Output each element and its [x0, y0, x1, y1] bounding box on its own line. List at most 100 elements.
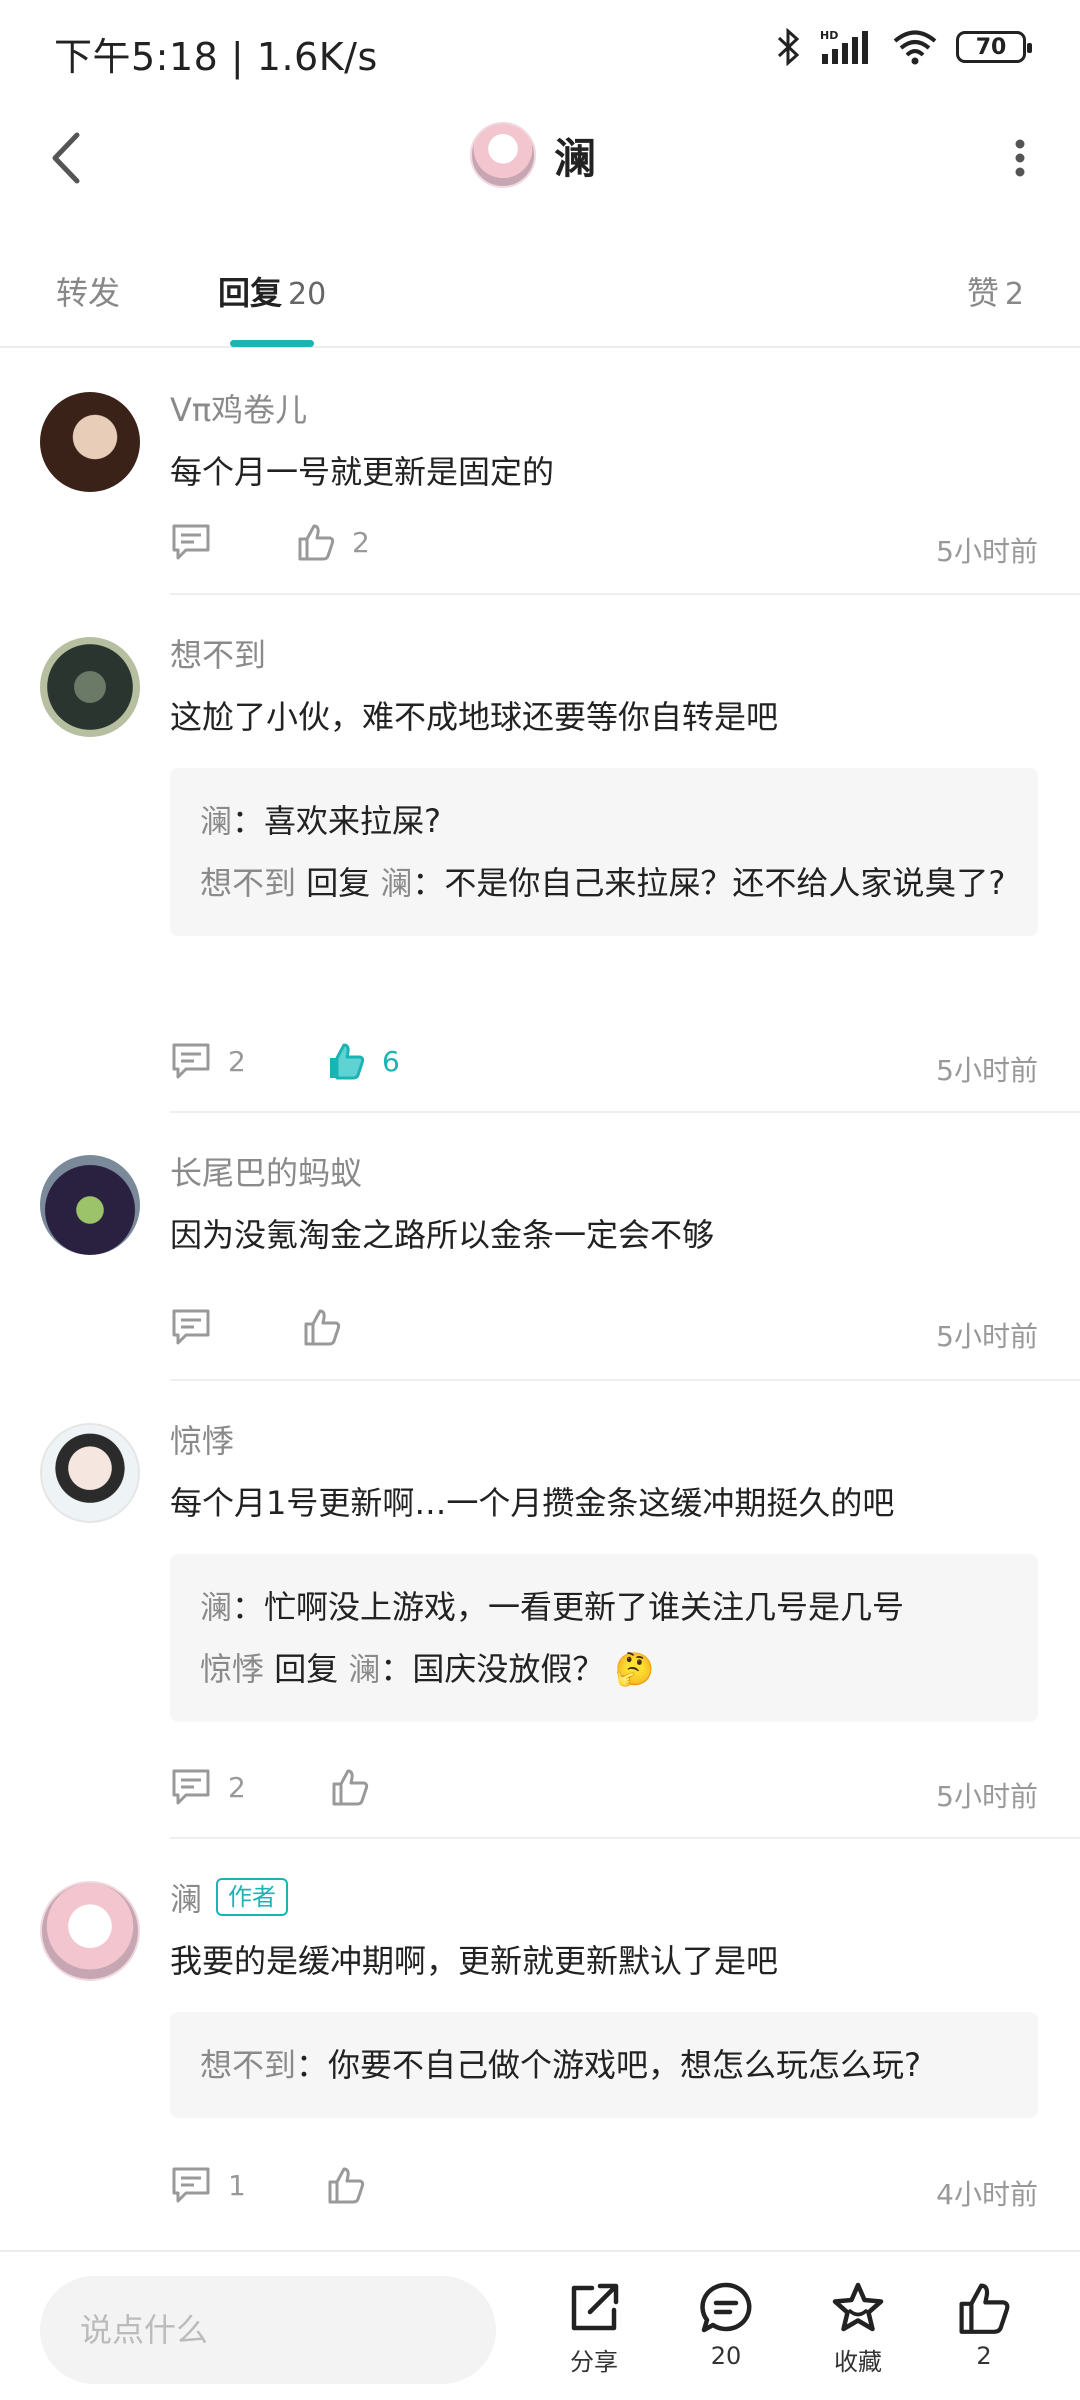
reply-button[interactable]: 1: [170, 2165, 246, 2205]
thumbs-up-icon: [332, 1769, 369, 1806]
top-nav-bar: 澜: [0, 100, 1080, 215]
reply-target[interactable]: 澜: [348, 1650, 380, 1688]
reply-author[interactable]: 想不到: [200, 864, 296, 902]
reply-item: 想不到：你要不自己做个游戏吧，想怎么玩怎么玩?: [200, 2034, 1008, 2096]
reply-count: 2: [228, 1044, 246, 1078]
tab-reply-label: 回复: [218, 274, 283, 312]
avatar[interactable]: [40, 1423, 140, 1523]
reply-author[interactable]: 惊悸: [200, 1650, 264, 1688]
thinking-emoji-icon: 🤔: [614, 1650, 655, 1688]
comment-input[interactable]: [40, 2276, 496, 2384]
comment-author[interactable]: 想不到: [170, 630, 1038, 676]
reply-verb: 回复: [306, 864, 371, 902]
like-button[interactable]: [330, 1767, 370, 1807]
comment-actions: 1 4小时前: [170, 2165, 1038, 2225]
comment-author[interactable]: 澜 作者: [170, 1874, 1038, 1920]
tab-like[interactable]: 赞2: [967, 268, 1024, 314]
comment-timestamp: 5小时前: [936, 1054, 1038, 1087]
comment-icon: [172, 2167, 210, 2203]
reply-item: 惊悸 回复 澜：国庆没放假？ 🤔: [200, 1638, 1008, 1700]
reply-verb: 回复: [274, 1650, 339, 1688]
comment-text: 每个月1号更新啊…一个月攒金条这缓冲期挺久的吧: [170, 1484, 895, 1522]
reply-text: ：忙啊没上游戏，一看更新了谁关注几号是几号: [232, 1588, 905, 1626]
reply-item: 想不到 回复 澜：不是你自己来拉屎？还不给人家说臭了?: [200, 852, 1008, 914]
active-tab-indicator: [230, 340, 314, 347]
reply-thread[interactable]: 澜：忙啊没上游戏，一看更新了谁关注几号是几号 惊悸 回复 澜：国庆没放假？ 🤔: [170, 1554, 1038, 1722]
back-button[interactable]: [36, 118, 96, 198]
like-post-button[interactable]: 2: [924, 2280, 1044, 2370]
like-count: 2: [352, 525, 370, 559]
reply-button[interactable]: 2: [170, 1767, 246, 1807]
reply-text: ：喜欢来拉屎?: [232, 802, 442, 840]
comments-button[interactable]: 20: [666, 2280, 786, 2370]
reply-count: 1: [228, 2168, 246, 2202]
tab-forward-label: 转发: [56, 274, 121, 312]
bluetooth-icon: [776, 28, 802, 66]
tab-like-count: 2: [1004, 277, 1024, 312]
author-badge: 作者: [216, 1878, 289, 1916]
comment-author[interactable]: 惊悸: [170, 1416, 1038, 1462]
comment-timestamp: 5小时前: [936, 1320, 1038, 1353]
more-vertical-icon: [1015, 139, 1025, 177]
tab-reply[interactable]: 回复 20: [218, 268, 326, 314]
thumbs-up-icon: [959, 2283, 1010, 2334]
thumbs-up-icon: [304, 1309, 341, 1346]
reply-text: ：你要不自己做个游戏吧，想怎么玩怎么玩?: [296, 2046, 922, 2084]
post-like-count: 2: [976, 2342, 992, 2370]
reply-thread[interactable]: 想不到：你要不自己做个游戏吧，想怎么玩怎么玩?: [170, 2012, 1038, 2118]
status-icons: HD 70: [776, 28, 1032, 66]
comment-count: 20: [710, 2342, 742, 2370]
share-label: 分享: [570, 2348, 618, 2376]
comment-author[interactable]: Vπ鸡卷儿: [170, 385, 1038, 431]
reply-text: ：国庆没放假？: [380, 1650, 605, 1688]
avatar[interactable]: [470, 122, 536, 188]
favorite-button[interactable]: 收藏: [798, 2280, 918, 2377]
comment-timestamp: 5小时前: [936, 1780, 1038, 1813]
reply-author[interactable]: 想不到: [200, 2046, 296, 2084]
favorite-label: 收藏: [834, 2348, 882, 2376]
comment-actions: 2 5小时前: [170, 1767, 1038, 1827]
like-button[interactable]: [326, 2165, 366, 2205]
signal-icon: HD: [820, 28, 874, 66]
wifi-icon: [892, 28, 938, 66]
reply-button[interactable]: [170, 522, 212, 562]
comment-timestamp: 4小时前: [936, 2178, 1038, 2211]
like-button[interactable]: [302, 1307, 342, 1347]
thumbs-up-filled-icon: [330, 1043, 365, 1080]
comment-text: 因为没氪淘金之路所以金条一定会不够: [170, 1216, 715, 1254]
reply-author[interactable]: 澜: [200, 802, 232, 840]
reply-button[interactable]: 2: [170, 1041, 246, 1081]
comment-author-name: 澜: [170, 1880, 203, 1918]
share-button[interactable]: 分享: [534, 2280, 654, 2377]
reply-author[interactable]: 澜: [200, 1588, 232, 1626]
avatar[interactable]: [40, 637, 140, 737]
comment-author-name: 惊悸: [170, 1422, 235, 1460]
comment-item: Vπ鸡卷儿 每个月一号就更新是固定的 2 5小时前: [0, 350, 1080, 595]
comment-actions: 5小时前: [170, 1307, 1038, 1367]
reply-thread[interactable]: 澜：喜欢来拉屎? 想不到 回复 澜：不是你自己来拉屎？还不给人家说臭了?: [170, 768, 1038, 936]
comment-icon: [172, 1769, 210, 1805]
reply-target[interactable]: 澜: [380, 864, 412, 902]
reply-text: ：不是你自己来拉屎？还不给人家说臭了?: [412, 864, 1006, 902]
comment-author[interactable]: 长尾巴的蚂蚁: [170, 1148, 1038, 1194]
share-icon: [571, 2283, 619, 2331]
star-icon: [832, 2282, 884, 2332]
comment-bubble-icon: [700, 2282, 752, 2333]
avatar[interactable]: [40, 1881, 140, 1981]
tab-bar: 转发 回复 20 赞2: [0, 250, 1080, 348]
like-button[interactable]: 6: [326, 1041, 400, 1081]
tab-like-label: 赞: [966, 274, 999, 312]
tab-reply-count: 20: [288, 277, 327, 312]
reply-button[interactable]: [170, 1307, 212, 1347]
tab-forward[interactable]: 转发: [56, 268, 120, 314]
battery-icon: 70: [956, 31, 1032, 63]
like-button[interactable]: 2: [296, 522, 370, 562]
more-options-button[interactable]: [990, 118, 1050, 198]
comment-item: 长尾巴的蚂蚁 因为没氪淘金之路所以金条一定会不够 5小时前: [0, 1113, 1080, 1381]
avatar[interactable]: [40, 1155, 140, 1255]
comment-item: 想不到 这尬了小伙，难不成地球还要等你自转是吧 澜：喜欢来拉屎? 想不到 回复 …: [0, 595, 1080, 1113]
avatar[interactable]: [40, 392, 140, 492]
chevron-left-icon: [52, 132, 80, 184]
reply-item: 澜：忙啊没上游戏，一看更新了谁关注几号是几号: [200, 1576, 1008, 1638]
comment-input-container[interactable]: [40, 2276, 496, 2384]
